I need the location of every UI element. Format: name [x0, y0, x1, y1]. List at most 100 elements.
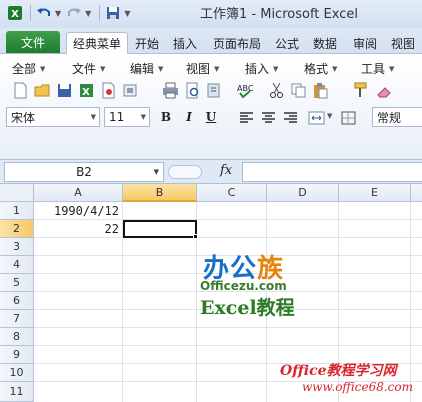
- tab-insert[interactable]: 插入: [170, 32, 200, 54]
- tab-home[interactable]: 开始: [132, 32, 162, 54]
- active-cell-b2[interactable]: [123, 220, 197, 238]
- row-header-9[interactable]: 9: [0, 346, 34, 364]
- column-header-c[interactable]: C: [197, 184, 267, 202]
- number-format-select[interactable]: 常规: [372, 107, 422, 127]
- redo-dropdown-icon[interactable]: ▼: [85, 9, 91, 18]
- print-icon[interactable]: [162, 82, 179, 99]
- ribbon-tabs: 文件 经典菜单 开始 插入 页面布局 公式 数据 审阅 视图: [0, 28, 422, 54]
- copy-icon[interactable]: [290, 82, 307, 99]
- menu-file[interactable]: 文件 ▼: [72, 60, 105, 77]
- row-header-10[interactable]: 10: [0, 364, 34, 382]
- new-document-icon[interactable]: [12, 82, 29, 99]
- tab-formulas[interactable]: 公式: [272, 32, 302, 54]
- insert-function-button[interactable]: fx: [220, 163, 232, 178]
- research-icon[interactable]: [206, 82, 223, 99]
- excel-file-icon[interactable]: X: [78, 82, 95, 99]
- svg-text:X: X: [11, 9, 19, 20]
- save-icon[interactable]: [56, 82, 73, 99]
- formula-bar-resize-handle[interactable]: [168, 165, 202, 179]
- tab-data[interactable]: 数据: [310, 32, 340, 54]
- menu-insert-label: 插入: [245, 62, 270, 76]
- font-name-value: 宋体: [11, 110, 36, 125]
- tab-file[interactable]: 文件: [6, 31, 60, 53]
- font-name-select[interactable]: 宋体 ▼: [6, 107, 100, 127]
- chevron-down-icon: ▼: [100, 64, 106, 73]
- column-header-b[interactable]: B: [123, 184, 197, 202]
- column-header-f[interactable]: [411, 184, 422, 202]
- merge-center-icon[interactable]: [308, 110, 325, 127]
- tab-page-layout[interactable]: 页面布局: [209, 32, 265, 54]
- excel-app-icon[interactable]: X: [6, 4, 24, 22]
- menu-view-label: 视图: [186, 62, 211, 76]
- row-header-2[interactable]: 2: [0, 220, 34, 238]
- chevron-down-icon: ▼: [389, 64, 395, 73]
- name-box-value: B2: [76, 165, 92, 179]
- tab-review[interactable]: 审阅: [350, 32, 380, 54]
- row-header-6[interactable]: 6: [0, 292, 34, 310]
- row-header-8[interactable]: 8: [0, 328, 34, 346]
- watermark-excel-tutorial: Excel教程: [200, 297, 295, 319]
- row-header-11[interactable]: 11: [0, 382, 34, 402]
- italic-button[interactable]: I: [180, 108, 198, 126]
- menu-insert[interactable]: 插入 ▼: [245, 60, 278, 77]
- redo-icon[interactable]: [65, 4, 83, 22]
- undo-dropdown-icon[interactable]: ▼: [55, 9, 61, 18]
- chevron-down-icon: ▼: [158, 64, 164, 73]
- gridline: [410, 202, 411, 402]
- classic-menu-bar: 全部 ▼ 文件 ▼ 编辑 ▼ 视图 ▼ 插入 ▼ 格式 ▼ 工具 ▼: [0, 58, 422, 78]
- bold-button[interactable]: B: [157, 108, 175, 126]
- pdf-export-icon[interactable]: [100, 82, 117, 99]
- watermark-url: www.office68.com: [302, 380, 413, 394]
- cell-a1[interactable]: 1990/4/12: [34, 202, 122, 220]
- tab-view[interactable]: 视图: [388, 32, 418, 54]
- spelling-icon[interactable]: ABC: [236, 82, 253, 99]
- row-header-1[interactable]: 1: [0, 202, 34, 220]
- name-box[interactable]: B2 ▼: [4, 162, 164, 182]
- align-right-icon[interactable]: [282, 110, 299, 127]
- standard-toolbar: X ABC: [0, 80, 422, 102]
- menu-view[interactable]: 视图 ▼: [186, 60, 219, 77]
- menu-edit-label: 编辑: [130, 62, 155, 76]
- clear-icon[interactable]: [376, 82, 393, 99]
- chevron-down-icon: ▼: [90, 113, 96, 121]
- cell-a2[interactable]: 22: [34, 220, 122, 238]
- formula-bar: B2 ▼ fx: [0, 160, 422, 184]
- menu-format-label: 格式: [304, 62, 329, 76]
- column-header-d[interactable]: D: [267, 184, 339, 202]
- undo-icon[interactable]: [35, 4, 53, 22]
- row-header-3[interactable]: 3: [0, 238, 34, 256]
- save-icon[interactable]: [104, 4, 122, 22]
- paste-icon[interactable]: [312, 82, 329, 99]
- open-folder-icon[interactable]: [34, 82, 51, 99]
- column-header-e[interactable]: E: [339, 184, 411, 202]
- menu-edit[interactable]: 编辑 ▼: [130, 60, 163, 77]
- format-painter-icon[interactable]: [352, 82, 369, 99]
- print-preview-icon[interactable]: [184, 82, 201, 99]
- quick-access-toolbar: X ▼ ▼ ▼: [6, 4, 134, 22]
- customize-qat-icon[interactable]: ▼: [124, 9, 130, 18]
- underline-button[interactable]: U: [202, 108, 220, 126]
- fill-handle[interactable]: [193, 234, 198, 239]
- align-left-icon[interactable]: [238, 110, 255, 127]
- select-all-button[interactable]: [0, 184, 34, 202]
- row-header-7[interactable]: 7: [0, 310, 34, 328]
- menu-file-label: 文件: [72, 62, 97, 76]
- font-size-select[interactable]: 11 ▼: [104, 107, 150, 127]
- menu-tools[interactable]: 工具 ▼: [361, 60, 394, 77]
- gridline: [34, 327, 422, 328]
- row-header-5[interactable]: 5: [0, 274, 34, 292]
- watermark-site-name: Office教程学习网: [280, 363, 397, 379]
- chevron-down-icon[interactable]: ▼: [327, 112, 332, 120]
- menu-all[interactable]: 全部 ▼: [12, 60, 45, 77]
- number-format-value: 常规: [377, 110, 402, 125]
- tab-classic-menu[interactable]: 经典菜单: [66, 32, 128, 54]
- permission-icon[interactable]: [122, 82, 139, 99]
- formula-input[interactable]: [242, 162, 422, 182]
- row-header-4[interactable]: 4: [0, 256, 34, 274]
- column-header-a[interactable]: A: [34, 184, 123, 202]
- cut-icon[interactable]: [268, 82, 285, 99]
- menu-tools-label: 工具: [361, 62, 386, 76]
- menu-format[interactable]: 格式 ▼: [304, 60, 337, 77]
- borders-icon[interactable]: [340, 110, 357, 127]
- align-center-icon[interactable]: [260, 110, 277, 127]
